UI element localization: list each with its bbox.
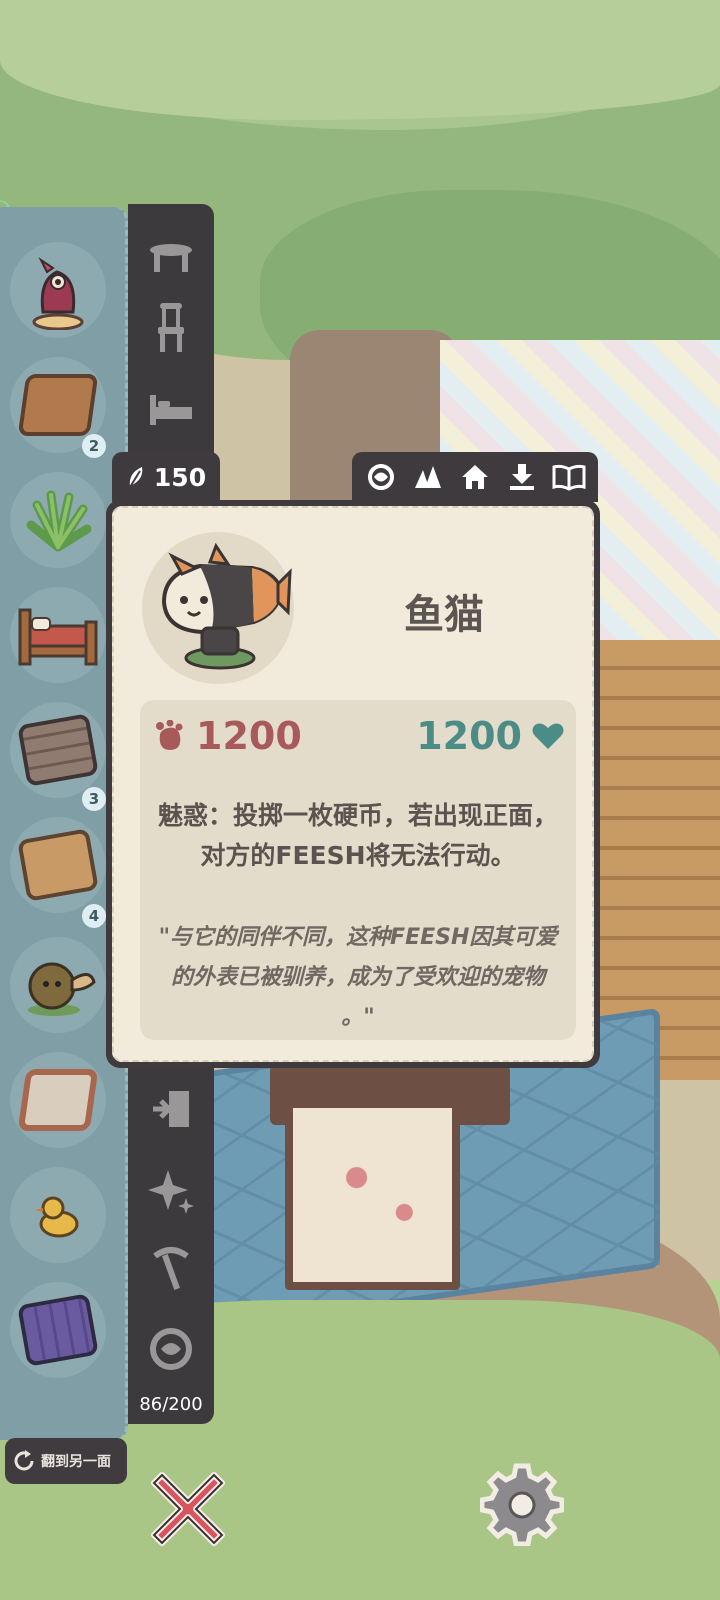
inventory-item-wooden-bed[interactable] — [10, 587, 106, 683]
health-value: 1200 — [416, 714, 522, 758]
wood-floor-roll-icon — [17, 828, 99, 902]
green-plant-icon — [26, 490, 92, 552]
inventory-item-purple-wall-roll[interactable] — [10, 1282, 106, 1378]
feesh-detail-card: 鱼猫 1200 1200 魅惑：投掷一枚硬币，若出现正面，对方的FEESH将无法… — [106, 500, 600, 1068]
chair-icon — [158, 303, 184, 352]
inventory-item-green-plant[interactable] — [10, 472, 106, 568]
store-tool[interactable] — [505, 460, 539, 494]
turtle-plush-icon — [28, 962, 96, 1016]
canopy-top — [0, 0, 720, 120]
feesh-name: 鱼猫 — [404, 592, 484, 638]
purple-wall-roll-icon — [17, 1293, 99, 1367]
card-toolbar — [352, 452, 598, 502]
wooden-bed-icon — [18, 608, 98, 666]
category-doors[interactable] — [146, 1084, 196, 1134]
folding-screen[interactable] — [285, 1100, 460, 1290]
card-content: 鱼猫 1200 1200 魅惑：投掷一枚硬币，若出现正面，对方的FEESH将无法… — [112, 506, 594, 1062]
ability-description: 魅惑：投掷一枚硬币，若出现正面，对方的FEESH将无法行动。 — [158, 801, 559, 870]
cat-fish-icon — [161, 542, 292, 670]
heart-icon — [532, 723, 564, 749]
item-count-badge: 2 — [82, 434, 106, 458]
category-chairs[interactable] — [146, 302, 196, 352]
stats-panel: 1200 1200 魅惑：投掷一枚硬币，若出现正面，对方的FEESH将无法行动。… — [140, 700, 576, 1040]
feesh-icon — [150, 1328, 192, 1370]
feesh-filter-tool[interactable] — [364, 460, 398, 494]
dragon-figurine-icon — [32, 257, 84, 330]
table-icon — [150, 244, 192, 272]
category-tools[interactable] — [146, 1244, 196, 1294]
stone-floor-roll-icon — [17, 713, 99, 787]
category-tables[interactable] — [146, 234, 196, 284]
rotate-icon — [14, 1450, 34, 1471]
door-icon — [153, 1091, 189, 1127]
attack-stat: 1200 — [154, 714, 302, 758]
gear-icon — [479, 1463, 565, 1547]
pickaxe-icon — [153, 1247, 189, 1290]
tile-crate-icon — [17, 1069, 99, 1131]
home-tool[interactable] — [458, 460, 492, 494]
close-button[interactable] — [146, 1465, 230, 1549]
download-icon — [509, 464, 534, 490]
currency-amount: 150 — [153, 462, 207, 492]
book-icon — [552, 464, 586, 491]
inventory-item-stone-floor-roll[interactable] — [10, 702, 106, 798]
settings-button[interactable] — [479, 1462, 565, 1547]
flip-side-label: 翻到另一面 — [41, 1454, 111, 1470]
mountain-icon — [415, 466, 442, 488]
currency-display: 150 — [112, 452, 220, 502]
flip-side-button[interactable]: 翻到另一面 — [5, 1438, 127, 1484]
flavor-text: "与它的同伴不同，这种FEESH因其可爱的外表已被驯养，成为了受欢迎的宠物 。" — [158, 925, 558, 1030]
feesh-icon — [368, 464, 395, 490]
leaf-currency-icon — [129, 467, 143, 488]
item-count-badge: 4 — [82, 904, 106, 928]
terrain-tool[interactable] — [411, 460, 445, 494]
attack-value: 1200 — [196, 714, 302, 758]
inventory-item-dragon-figurine[interactable] — [10, 242, 106, 338]
inventory-item-turtle-plush[interactable] — [10, 937, 106, 1033]
category-beds[interactable] — [146, 384, 196, 434]
inventory-item-wood-floor-roll[interactable] — [10, 817, 106, 913]
house-icon — [461, 465, 488, 489]
paw-attack-icon — [156, 720, 183, 750]
inventory-counter: 86/200 — [139, 1394, 203, 1415]
feesh-portrait — [142, 532, 294, 684]
category-effects[interactable] — [146, 1166, 196, 1216]
bed-icon — [150, 395, 192, 425]
sparkle-icon — [148, 1170, 194, 1214]
encyclopedia-tool[interactable] — [552, 460, 586, 494]
close-icon — [151, 1472, 225, 1546]
item-count-badge: 3 — [82, 787, 106, 811]
inventory-item-tile-crate[interactable] — [10, 1052, 106, 1148]
rubber-duck-icon — [35, 1196, 79, 1238]
health-stat: 1200 — [416, 714, 564, 758]
inventory-item-rubber-duck[interactable] — [10, 1167, 106, 1263]
category-feesh[interactable] — [146, 1324, 196, 1374]
wooden-crate-icon — [17, 374, 99, 436]
